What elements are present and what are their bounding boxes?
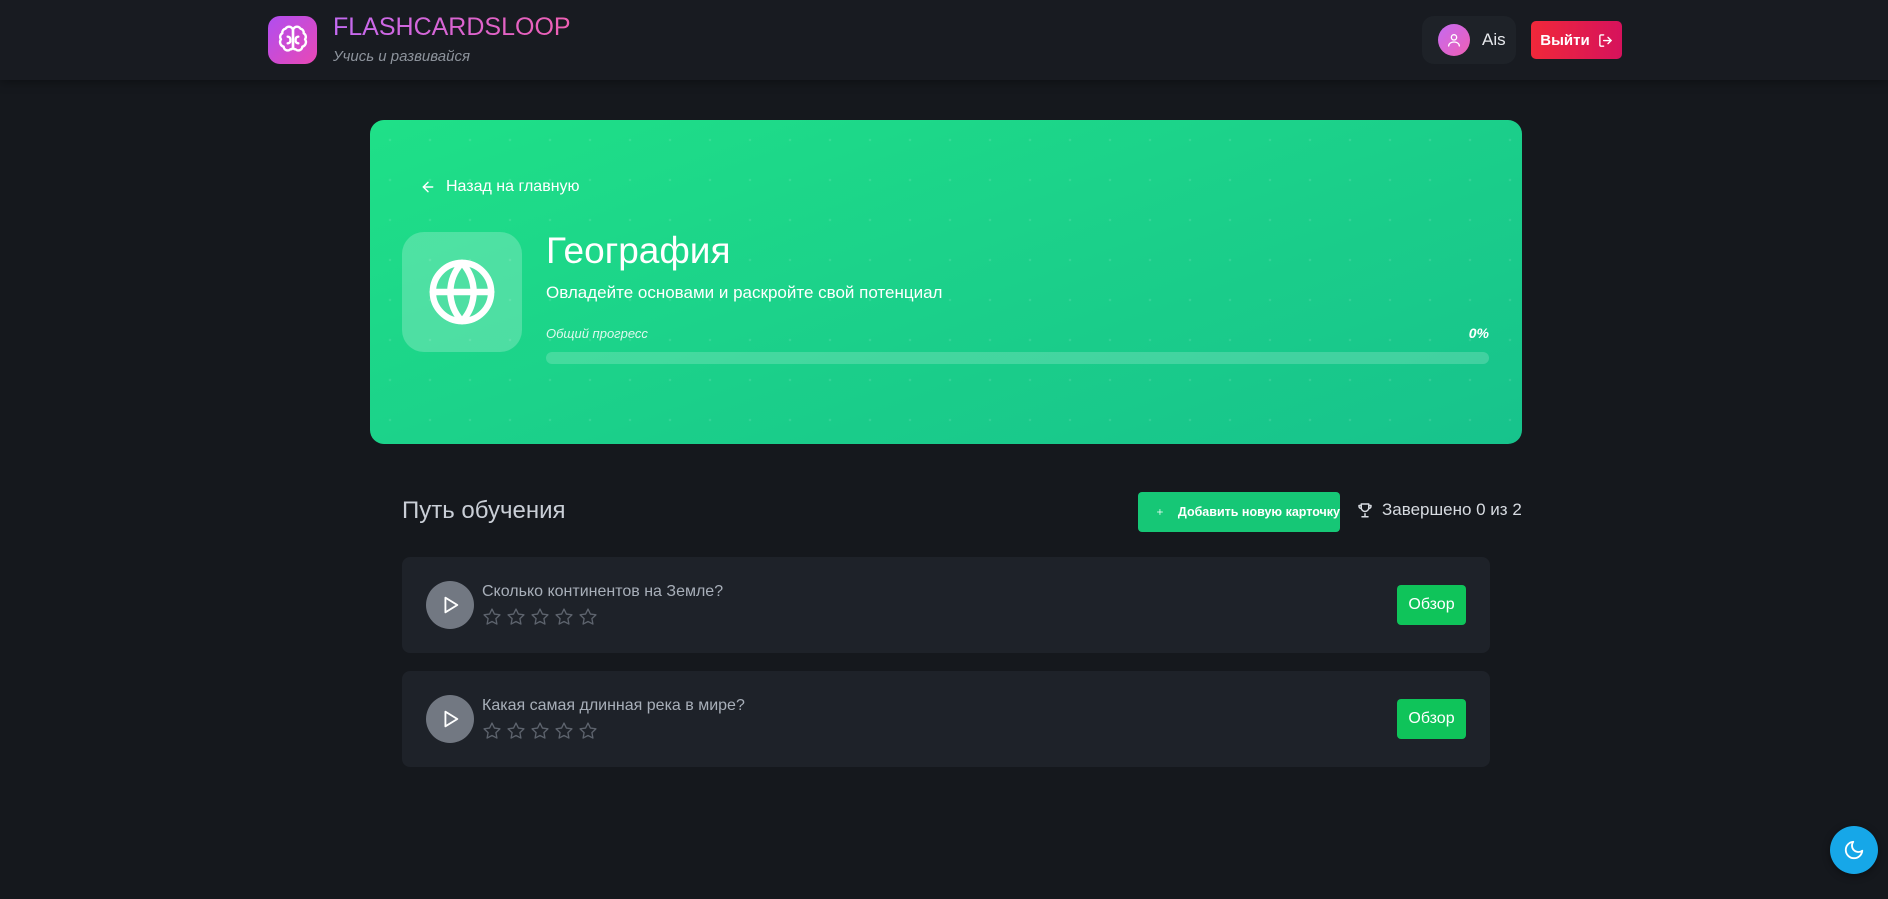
completed-label: Завершено 0 из 2 (1382, 500, 1522, 519)
user-name: Ais (1482, 30, 1506, 49)
user-icon (1448, 34, 1460, 47)
play-button[interactable] (426, 695, 474, 743)
completed-counter: Завершено 0 из 2 (1356, 500, 1522, 520)
subject-hero: Назад на главную География Овладейте осн… (370, 120, 1522, 444)
logout-icon (1598, 33, 1612, 47)
app-logo[interactable] (268, 16, 317, 64)
plus-icon (1156, 509, 1163, 515)
star-icon[interactable] (578, 607, 598, 627)
star-rating[interactable] (482, 721, 598, 741)
logout-button[interactable]: Выйти (1531, 21, 1622, 59)
brain-icon (278, 25, 307, 52)
star-icon[interactable] (530, 607, 550, 627)
logout-label: Выйти (1540, 31, 1590, 49)
subject-title: География (546, 230, 731, 271)
subject-subtitle: Овладейте основами и раскройте свой поте… (546, 283, 943, 302)
add-card-label: Добавить новую карточку (1177, 505, 1340, 519)
star-icon[interactable] (554, 607, 574, 627)
play-icon (444, 710, 459, 728)
star-icon[interactable] (554, 721, 574, 741)
globe-icon (429, 259, 495, 325)
subject-icon-box (402, 232, 522, 352)
flashcard-item: Какая самая длинная река в мире? Обзор (402, 671, 1490, 767)
back-link-label: Назад на главную (446, 178, 580, 195)
star-icon[interactable] (506, 607, 526, 627)
back-link[interactable]: Назад на главную (420, 178, 580, 196)
play-icon (444, 596, 459, 614)
progress-label: Общий прогресс (546, 326, 648, 341)
review-button[interactable]: Обзор (1397, 585, 1466, 625)
theme-toggle-button[interactable] (1830, 826, 1878, 874)
star-icon[interactable] (578, 721, 598, 741)
review-button[interactable]: Обзор (1397, 699, 1466, 739)
avatar (1438, 24, 1470, 56)
star-icon[interactable] (482, 721, 502, 741)
trophy-icon (1358, 503, 1372, 518)
play-button[interactable] (426, 581, 474, 629)
flashcard-item: Сколько континентов на Земле? Обзор (402, 557, 1490, 653)
brand-title[interactable]: FLASHCARDSLOOP (333, 13, 571, 42)
progress-bar (546, 352, 1489, 364)
card-question: Какая самая длинная река в мире? (482, 697, 745, 714)
star-icon[interactable] (530, 721, 550, 741)
moon-icon (1844, 840, 1864, 860)
star-rating[interactable] (482, 607, 598, 627)
user-menu[interactable]: Ais (1422, 16, 1516, 64)
card-question: Сколько континентов на Земле? (482, 583, 724, 600)
star-icon[interactable] (482, 607, 502, 627)
brand-subtitle: Учись и развивайся (333, 48, 470, 65)
top-header: FLASHCARDSLOOP Учись и развивайся Ais Вы… (0, 0, 1888, 80)
star-icon[interactable] (506, 721, 526, 741)
section-title: Путь обучения (402, 497, 566, 524)
add-card-button[interactable]: Добавить новую карточку (1138, 492, 1340, 532)
progress-value: 0% (1468, 325, 1489, 341)
arrow-left-icon (422, 181, 434, 193)
